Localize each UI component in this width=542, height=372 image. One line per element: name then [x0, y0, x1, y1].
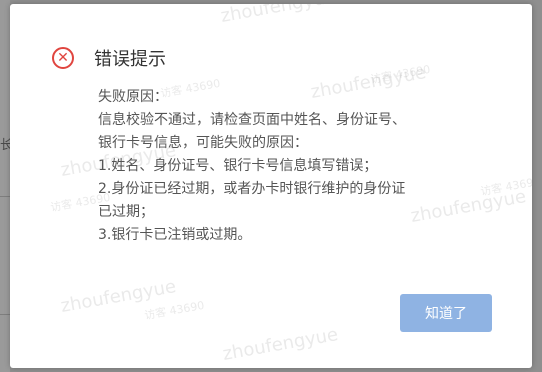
ok-button[interactable]: 知道了: [400, 294, 492, 332]
message-line: 已过期；: [98, 204, 154, 220]
dialog-title: 错误提示: [94, 49, 166, 70]
message-line: 信息校验不通过，请检查页面中姓名、身份证号、: [98, 112, 406, 128]
message-line: 银行卡号信息，可能失败的原因：: [98, 135, 308, 151]
dialog-header: ✕ 错误提示: [52, 44, 166, 72]
watermark: 访客 43690: [369, 62, 432, 87]
message-line: 1.姓名、身份证号、银行卡号信息填写错误；: [98, 158, 378, 174]
message-line: 失败原因：: [98, 89, 168, 105]
dialog-message: 失败原因： 信息校验不通过，请检查页面中姓名、身份证号、 银行卡号信息，可能失败…: [98, 86, 498, 247]
watermark: zhoufengyue: [59, 276, 178, 317]
backdrop: [0, 0, 10, 372]
backdrop-divider: [0, 196, 10, 197]
error-dialog: zhoufengyue 访客 43690 zhoufengyue 访客 4369…: [10, 4, 532, 368]
watermark: zhoufengyue: [221, 324, 340, 365]
backdrop-divider: [0, 314, 10, 315]
watermark: 访客 43690: [143, 298, 206, 323]
message-line: 2.身份证已经过期，或者办卡时银行维护的身份证: [98, 181, 406, 197]
error-circle-x-icon: ✕: [52, 47, 74, 69]
message-line: 3.银行卡已注销或过期。: [98, 227, 252, 243]
watermark: zhoufengyue: [219, 4, 338, 27]
